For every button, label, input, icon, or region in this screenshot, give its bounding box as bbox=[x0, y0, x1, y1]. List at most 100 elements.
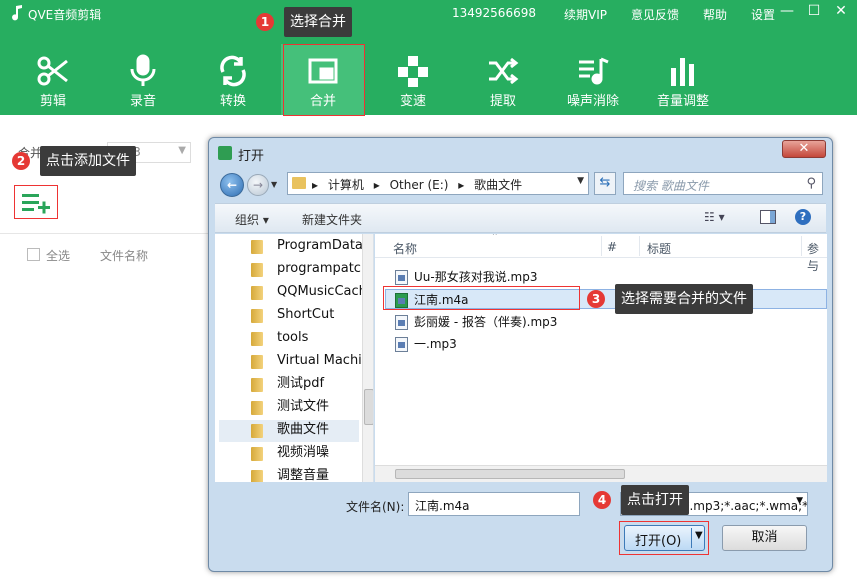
breadcrumb-folder[interactable]: 歌曲文件 bbox=[474, 178, 522, 192]
step-badge-3: 3 bbox=[587, 290, 605, 308]
column-title[interactable]: 标题 bbox=[647, 240, 671, 257]
close-button[interactable]: ✕ bbox=[833, 4, 849, 20]
header-links: 13492566698 续期VIP 意见反馈 帮助 设置 bbox=[452, 6, 799, 23]
tree-item[interactable]: Virtual Machines bbox=[251, 351, 373, 373]
tree-item-label: 视频消噪 bbox=[277, 445, 330, 460]
tree-item-label: 歌曲文件 bbox=[277, 422, 330, 437]
column-separator bbox=[601, 236, 602, 256]
tool-volume[interactable]: 音量调整 bbox=[641, 50, 725, 116]
maximize-button[interactable]: ☐ bbox=[806, 4, 822, 20]
folder-icon bbox=[292, 177, 306, 189]
column-separator bbox=[801, 236, 802, 256]
column-number[interactable]: # bbox=[607, 240, 617, 254]
tool-record[interactable]: 录音 bbox=[101, 50, 185, 116]
organize-menu[interactable]: 组织 ▾ bbox=[235, 211, 269, 228]
tool-noise[interactable]: 噪声消除 bbox=[551, 50, 635, 116]
audio-file-icon bbox=[395, 270, 408, 285]
address-bar[interactable]: ▸ 计算机 ▸ Other (E:) ▸ 歌曲文件 ▼ bbox=[287, 172, 589, 195]
noise-icon bbox=[579, 57, 609, 85]
tree-item-label: 调整音量 bbox=[277, 468, 330, 482]
scissors-icon bbox=[37, 56, 68, 86]
tree-item[interactable]: ShortCut bbox=[251, 305, 371, 327]
tree-scrollbar[interactable] bbox=[362, 234, 373, 482]
tool-cut[interactable]: 剪辑 bbox=[11, 50, 95, 116]
tool-label: 提取 bbox=[489, 94, 516, 109]
column-artist[interactable]: 参与 bbox=[807, 240, 827, 274]
folder-icon bbox=[251, 309, 263, 323]
preview-pane-icon[interactable] bbox=[760, 210, 776, 224]
search-input[interactable]: 搜索 歌曲文件 ⚲ bbox=[623, 172, 823, 195]
tip-add-file: 点击添加文件 bbox=[40, 146, 136, 176]
convert-icon bbox=[220, 55, 246, 87]
folder-icon bbox=[251, 263, 263, 277]
tool-label: 音量调整 bbox=[656, 94, 709, 109]
breadcrumb-separator: ▸ bbox=[458, 178, 465, 192]
step-badge-4: 4 bbox=[593, 491, 611, 509]
minimize-button[interactable]: — bbox=[779, 4, 795, 20]
tree-item-label: 测试pdf bbox=[277, 376, 325, 391]
search-icon: ⚲ bbox=[806, 176, 816, 191]
tree-item[interactable]: 调整音量 bbox=[251, 466, 371, 482]
settings-link[interactable]: 设置 bbox=[751, 6, 775, 23]
tree-item-label: 测试文件 bbox=[277, 399, 330, 414]
highlight-open bbox=[619, 521, 709, 555]
highlight-merge bbox=[283, 44, 365, 116]
column-name[interactable]: 名称 bbox=[393, 240, 417, 257]
app-icon bbox=[218, 146, 232, 160]
tip-select-merge: 选择合并 bbox=[284, 7, 352, 37]
add-file-button[interactable] bbox=[14, 185, 58, 219]
scroll-thumb[interactable] bbox=[395, 469, 625, 479]
app-title: QVE音频剪辑 bbox=[28, 8, 102, 22]
chevron-down-icon: ▼ bbox=[796, 496, 803, 506]
view-options-icon[interactable]: ☷ ▾ bbox=[704, 210, 725, 224]
renew-vip-link[interactable]: 续期VIP bbox=[564, 6, 607, 23]
breadcrumb: ▸ 计算机 ▸ Other (E:) ▸ 歌曲文件 bbox=[312, 176, 528, 193]
horizontal-scrollbar[interactable] bbox=[375, 465, 827, 482]
folder-icon bbox=[251, 355, 263, 369]
chevron-down-icon[interactable]: ▼ bbox=[577, 176, 584, 186]
file-name: 一.mp3 bbox=[414, 337, 457, 351]
file-list: 名称 ⌃ # 标题 参与 Uu-那女孩对我说.mp3 江南.m4a 彭丽媛 - … bbox=[375, 234, 827, 482]
scroll-thumb[interactable] bbox=[364, 389, 373, 425]
breadcrumb-separator: ▸ bbox=[312, 178, 319, 192]
help-icon[interactable]: ? bbox=[795, 209, 811, 225]
folder-tree: ProgramData programpatch QQMusicCache Sh… bbox=[215, 234, 374, 482]
dialog-close-button[interactable]: ✕ bbox=[782, 140, 826, 158]
volume-bars-icon bbox=[671, 58, 694, 86]
breadcrumb-drive[interactable]: Other (E:) bbox=[390, 178, 449, 192]
tool-label: 噪声消除 bbox=[566, 94, 619, 109]
tree-item[interactable]: tools bbox=[251, 328, 371, 350]
filename-input[interactable]: 江南.m4a bbox=[408, 492, 580, 516]
forward-button[interactable]: → bbox=[247, 174, 269, 196]
select-all-checkbox[interactable] bbox=[27, 248, 40, 261]
folder-icon bbox=[251, 332, 263, 346]
recent-locations-dropdown[interactable]: ▼ bbox=[271, 180, 277, 189]
help-link[interactable]: 帮助 bbox=[703, 6, 727, 23]
tree-item-label: Virtual Machines bbox=[277, 353, 373, 368]
tool-convert[interactable]: 转换 bbox=[191, 50, 275, 116]
back-button[interactable]: ← bbox=[220, 173, 244, 197]
audio-file-icon bbox=[395, 337, 408, 352]
tree-item-selected[interactable]: 歌曲文件 bbox=[219, 420, 359, 442]
tree-item[interactable]: programpatch bbox=[251, 259, 371, 281]
breadcrumb-computer[interactable]: 计算机 bbox=[328, 178, 364, 192]
column-separator bbox=[639, 236, 640, 256]
new-folder-button[interactable]: 新建文件夹 bbox=[302, 211, 362, 228]
folder-icon bbox=[251, 286, 263, 300]
tree-item[interactable]: 测试pdf bbox=[251, 374, 371, 396]
dialog-title: 打开 bbox=[238, 149, 265, 164]
tool-speed[interactable]: 变速 bbox=[371, 50, 455, 116]
tool-label: 剪辑 bbox=[39, 94, 66, 109]
folder-icon bbox=[251, 447, 263, 461]
feedback-link[interactable]: 意见反馈 bbox=[631, 6, 679, 23]
tree-item[interactable]: QQMusicCache bbox=[251, 282, 373, 304]
tool-label: 变速 bbox=[399, 94, 426, 109]
tree-item[interactable]: ProgramData bbox=[251, 236, 371, 258]
cancel-button[interactable]: 取消 bbox=[722, 525, 807, 551]
breadcrumb-separator: ▸ bbox=[373, 178, 380, 192]
refresh-button[interactable]: ⇆ bbox=[594, 172, 616, 195]
tree-item[interactable]: 视频消噪 bbox=[251, 443, 371, 465]
tree-item[interactable]: 测试文件 bbox=[251, 397, 371, 419]
speed-icon bbox=[398, 56, 428, 87]
tool-extract[interactable]: 提取 bbox=[461, 50, 545, 116]
